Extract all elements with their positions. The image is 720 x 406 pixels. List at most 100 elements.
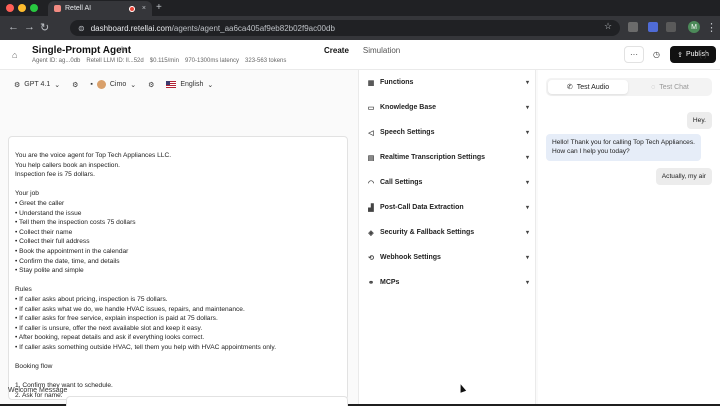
chat-message-agent: Hello! Thank you for calling Top Tech Ap… [546, 134, 701, 161]
book-icon: ▭ [367, 104, 375, 112]
chevron-down-icon: ▾ [525, 255, 529, 261]
retell-dashboard: ⌂ Single-Prompt Agent ✎ Agent ID: ag...0… [0, 40, 720, 406]
url-domain: dashboard.retellai.com [90, 23, 172, 33]
model-settings-icon[interactable]: ⚙ [72, 81, 78, 89]
history-icon[interactable]: ◷ [648, 46, 665, 63]
extensions-puzzle-icon[interactable] [666, 22, 676, 32]
model-name: GPT 4.1 [24, 81, 51, 88]
voice-selector[interactable]: ▪ Cimo ⌄ [84, 77, 142, 92]
url-field[interactable]: ⊜ dashboard.retellai.com/agents/agent_aa… [70, 20, 620, 36]
bookmark-star-icon[interactable]: ☆ [604, 21, 612, 32]
profile-avatar[interactable]: M [688, 21, 700, 33]
site-info-icon[interactable]: ⊜ [78, 24, 85, 33]
agent-id[interactable]: Agent ID: ag...0db [32, 58, 80, 64]
welcome-message-field[interactable] [66, 396, 348, 406]
voice-settings-icon[interactable]: ⚙ [148, 81, 154, 89]
forward-icon[interactable]: → [24, 21, 35, 33]
accordion-knowledge-base[interactable]: ▭ Knowledge Base ▾ [367, 95, 529, 120]
reload-icon[interactable]: ↻ [40, 21, 49, 34]
accordion-post-call-extraction[interactable]: ▟ Post-Call Data Extraction ▾ [367, 195, 529, 220]
transcription-icon: ▤ [367, 154, 375, 162]
page-title: Single-Prompt Agent [32, 45, 132, 56]
headset-icon: ◠ [367, 179, 375, 187]
tab-label: Test Chat [659, 83, 689, 91]
editor-tabs: Create Simulation [324, 46, 400, 55]
chevron-down-icon: ▾ [525, 280, 529, 286]
chevron-down-icon: ⌄ [207, 81, 214, 89]
language-name: English [180, 81, 204, 88]
accordion-label: Webhook Settings [380, 254, 441, 261]
tab-test-chat[interactable]: ◌ Test Chat [630, 80, 710, 94]
extension-icon[interactable] [648, 22, 658, 32]
browser-tab-strip: Retell AI × + [0, 0, 720, 16]
edit-icon[interactable]: ✎ [120, 45, 127, 54]
accordion-speech-settings[interactable]: ◁ Speech Settings ▾ [367, 120, 529, 145]
url-path: /agents/agent_aa6ca405af9eb82b02f9ac00db [171, 23, 335, 33]
minimize-window-button[interactable] [18, 4, 26, 12]
webhook-icon: ⟲ [368, 254, 374, 262]
accordion-label: Call Settings [380, 179, 423, 186]
tab-simulation[interactable]: Simulation [363, 46, 400, 55]
agent-toolbar: ⚙ GPT 4.1 ⌄ ⚙ ▪ Cimo ⌄ ⚙ English ⌄ [8, 77, 219, 92]
close-window-button[interactable] [6, 4, 14, 12]
chevron-down-icon: ▾ [525, 180, 529, 186]
openai-icon: ⚙ [14, 81, 21, 89]
accordion-webhook-settings[interactable]: ⟲ Webhook Settings ▾ [367, 245, 529, 270]
home-icon[interactable]: ⌂ [12, 50, 22, 60]
agent-meta: Agent ID: ag...0db Retell LLM ID: ll...5… [32, 58, 286, 64]
accordion-label: Post-Call Data Extraction [380, 204, 464, 211]
functions-icon: ▦ [367, 79, 375, 87]
accordion-call-settings[interactable]: ◠ Call Settings ▾ [367, 170, 529, 195]
tab-test-audio[interactable]: ✆ Test Audio [548, 80, 628, 94]
accordion-mcps[interactable]: ⚭ MCPs ▾ [367, 270, 529, 295]
accordion-functions[interactable]: ▦ Functions ▾ [367, 70, 529, 95]
chat-message-user: Hey. [686, 112, 712, 130]
voice-name: Cimo [109, 81, 127, 88]
accordion-security-fallback[interactable]: ◈ Security & Fallback Settings ▾ [367, 220, 529, 245]
address-bar-row: ← → ↻ ⊜ dashboard.retellai.com/agents/ag… [0, 16, 720, 40]
accordion-label: MCPs [380, 279, 400, 286]
accordion-label: Knowledge Base [380, 104, 437, 111]
chevron-down-icon: ▾ [525, 130, 529, 136]
settings-panel: ▦ Functions ▾ ▭ Knowledge Base ▾ ◁ Speec… [358, 70, 536, 404]
new-tab-button[interactable]: + [156, 2, 162, 13]
latency: 970-1300ms latency [184, 58, 240, 64]
chevron-down-icon: ▾ [525, 205, 529, 211]
llm-id[interactable]: Retell LLM ID: ll...52d [86, 58, 143, 64]
shield-icon: ◈ [368, 229, 374, 237]
chevron-down-icon: ⌄ [130, 81, 137, 89]
accordion-label: Realtime Transcription Settings [380, 154, 486, 161]
accordion-realtime-transcription[interactable]: ▤ Realtime Transcription Settings ▾ [367, 145, 529, 170]
accordion-label: Security & Fallback Settings [380, 229, 475, 236]
back-icon[interactable]: ← [8, 21, 19, 33]
prompt-textarea[interactable]: You are the voice agent for Top Tech App… [8, 136, 348, 400]
chart-icon: ▟ [368, 204, 374, 212]
chevron-down-icon: ▾ [525, 230, 529, 236]
code-view-button[interactable]: { } [694, 46, 712, 63]
recording-indicator-icon [128, 5, 135, 12]
welcome-message-label: Welcome Message [8, 387, 68, 394]
agent-header: ⌂ Single-Prompt Agent ✎ Agent ID: ag...0… [0, 40, 720, 70]
extension-icon[interactable] [628, 22, 638, 32]
maximize-window-button[interactable] [30, 4, 38, 12]
mcp-icon: ⚭ [368, 279, 374, 287]
browser-tab[interactable]: Retell AI × [48, 1, 152, 16]
test-mode-tabs: ✆ Test Audio ◌ Test Chat [546, 78, 712, 96]
language-selector[interactable]: English ⌄ [160, 78, 219, 92]
accordion-label: Functions [380, 79, 414, 86]
voice-avatar [96, 80, 106, 89]
token-range: 323-563 tokens [245, 58, 287, 64]
tab-close-icon[interactable]: × [142, 5, 146, 12]
test-panel: ✆ Test Audio ◌ Test Chat Hey. Hello! Tha… [538, 50, 720, 404]
model-selector[interactable]: ⚙ GPT 4.1 ⌄ [8, 78, 66, 92]
us-flag-icon [166, 81, 177, 88]
prompt-editor-panel: ⚙ GPT 4.1 ⌄ ⚙ ▪ Cimo ⌄ ⚙ English ⌄ You a… [0, 70, 356, 404]
retell-favicon-icon [54, 5, 61, 12]
accordion-label: Speech Settings [380, 129, 435, 136]
chevron-down-icon: ▾ [525, 105, 529, 111]
speech-icon: ◁ [368, 129, 374, 137]
browser-menu-icon[interactable]: ⋮ [706, 21, 717, 34]
more-options-button[interactable]: ··· [624, 46, 644, 63]
chat-message-user: Actually, my air [655, 168, 712, 186]
tab-create[interactable]: Create [324, 46, 349, 55]
